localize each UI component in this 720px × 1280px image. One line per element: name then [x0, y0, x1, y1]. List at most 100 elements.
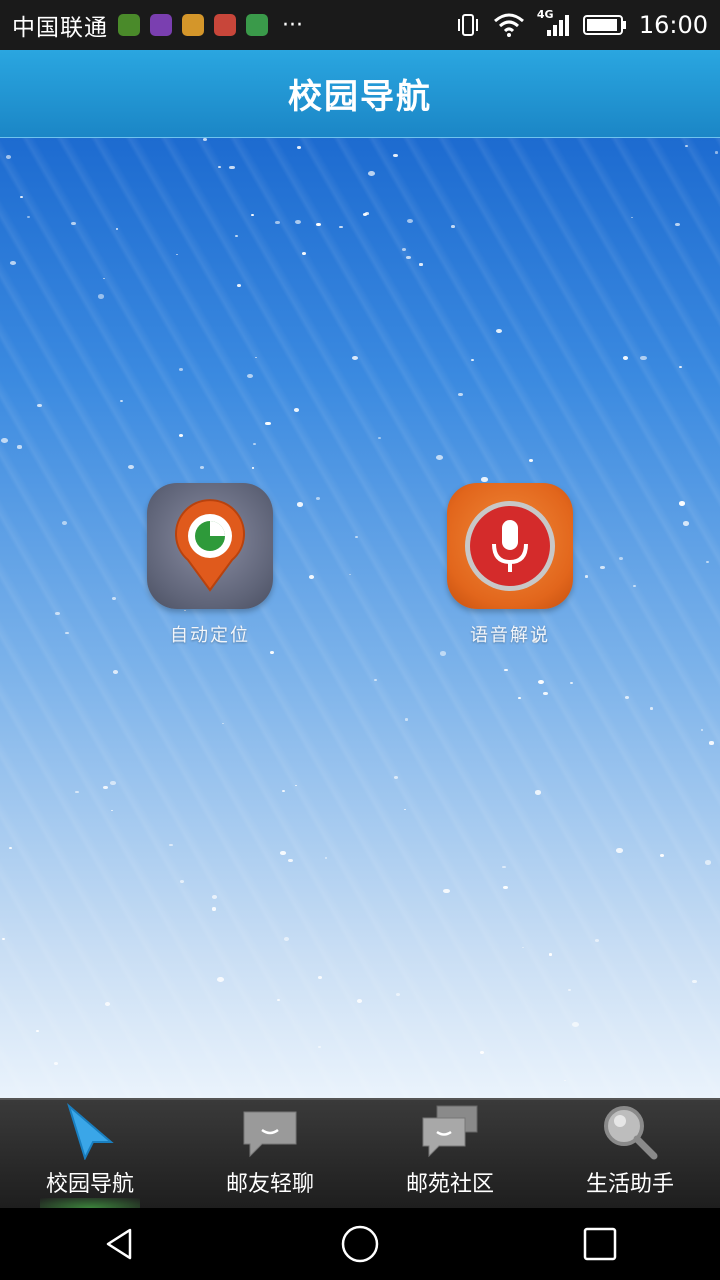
tab-label: 校园导航 [45, 1172, 134, 1197]
snowflake [439, 651, 446, 656]
recents-icon [583, 1227, 617, 1261]
snowflake [406, 255, 411, 260]
snowflake [401, 247, 406, 251]
voice-guide-badge[interactable] [447, 483, 573, 609]
snowflake [480, 1050, 485, 1054]
back-button[interactable] [90, 1214, 150, 1274]
snowflake [246, 373, 254, 379]
auto-locate-badge[interactable] [147, 483, 273, 609]
tab-life-assistant[interactable]: 生活助手 [540, 1100, 720, 1208]
snowflake [280, 851, 286, 855]
snowflake [348, 573, 351, 575]
voice-guide-button[interactable]: 语音解说 [440, 483, 580, 647]
snowflake [102, 785, 108, 789]
hand-icon [182, 14, 204, 36]
snowflake [700, 729, 703, 731]
snowflake [692, 979, 697, 983]
snowflake [229, 165, 235, 170]
snowflake [5, 155, 11, 159]
snowflake [518, 696, 521, 699]
recents-button[interactable] [570, 1214, 630, 1274]
snowflake [639, 355, 647, 361]
snowflake [649, 707, 654, 710]
snowflake [451, 224, 456, 228]
grid-icon [246, 14, 268, 36]
snowflake [281, 789, 285, 792]
wifi-icon [493, 13, 524, 37]
snowflake [169, 843, 173, 847]
page-title: 校园导航 [288, 77, 432, 117]
more-notifications-indicator: ··· [282, 12, 303, 38]
snowflake [217, 976, 225, 982]
settings-icon [214, 14, 236, 36]
snowflake [35, 1030, 39, 1033]
snowflake [393, 153, 398, 157]
bottom-tab-bar: 校园导航 邮友轻聊 邮苑社区 生活助手 [0, 1098, 720, 1208]
snowflake [265, 421, 271, 426]
vibrate-icon [457, 14, 478, 36]
snowflake [708, 741, 714, 745]
snowflake [436, 454, 443, 460]
snowflake [404, 718, 409, 721]
snowflake [600, 566, 605, 570]
snowflake [684, 144, 689, 147]
tab-community[interactable]: 邮苑社区 [360, 1100, 540, 1208]
snowflake [294, 408, 300, 412]
search-icon [604, 1106, 658, 1160]
back-icon [106, 1228, 132, 1260]
snowflake [534, 790, 542, 795]
snowflake [419, 263, 423, 266]
snowflake [2, 937, 5, 940]
snowflake [110, 809, 113, 812]
snowflake [17, 445, 23, 449]
tab-campus-navigation[interactable]: 校园导航 [0, 1100, 180, 1208]
snowflake [318, 1045, 321, 1048]
snowflake [678, 501, 686, 506]
snowflake [97, 294, 104, 299]
snowflake [270, 650, 275, 654]
carrier-name: 中国联通 [12, 15, 108, 41]
snowflake [403, 808, 406, 811]
signal-indicator: 4G [537, 8, 571, 38]
snowflake [571, 1022, 579, 1027]
snowflake [104, 1002, 110, 1007]
snowflake [283, 936, 289, 941]
snowflake [675, 222, 680, 227]
snowflake [9, 847, 12, 849]
snowflake [234, 234, 238, 237]
snowflake [1, 437, 9, 443]
auto-locate-button[interactable]: 自动定位 [140, 483, 280, 647]
snowflake [110, 781, 116, 785]
snowflake [61, 521, 67, 525]
voice-guide-label: 语音解说 [470, 625, 550, 646]
snowflake [622, 356, 628, 361]
background-streaks [0, 138, 720, 1098]
snowflake [115, 228, 118, 230]
system-nav-bar [0, 1208, 720, 1280]
home-icon [341, 1225, 379, 1263]
snowflake [481, 477, 488, 482]
snowflake [704, 860, 712, 865]
navigation-arrow-icon [67, 1102, 114, 1160]
battery-icon [582, 15, 626, 35]
gallery-icon [150, 14, 172, 36]
location-pin-icon [175, 499, 245, 592]
snowflake [221, 722, 224, 725]
snowflake [537, 679, 544, 684]
tab-chat[interactable]: 邮友轻聊 [180, 1100, 360, 1208]
snowflake [217, 166, 221, 169]
snowflake [37, 403, 42, 407]
snowflake [203, 138, 208, 141]
snowflake [112, 596, 117, 600]
app-icon-green [118, 14, 140, 36]
tab-label: 生活助手 [585, 1172, 674, 1197]
title-bar: 校园导航 [0, 50, 720, 138]
clock: 16:00 [638, 11, 708, 39]
snowflake [503, 885, 508, 890]
snowflake [324, 857, 328, 859]
status-bar: 中国联通 ··· 4G 16:00 [0, 0, 720, 50]
snowflake [296, 502, 303, 507]
chat-bubbles-icon [422, 1105, 478, 1158]
home-button[interactable] [330, 1214, 390, 1274]
snowflake [618, 557, 623, 561]
